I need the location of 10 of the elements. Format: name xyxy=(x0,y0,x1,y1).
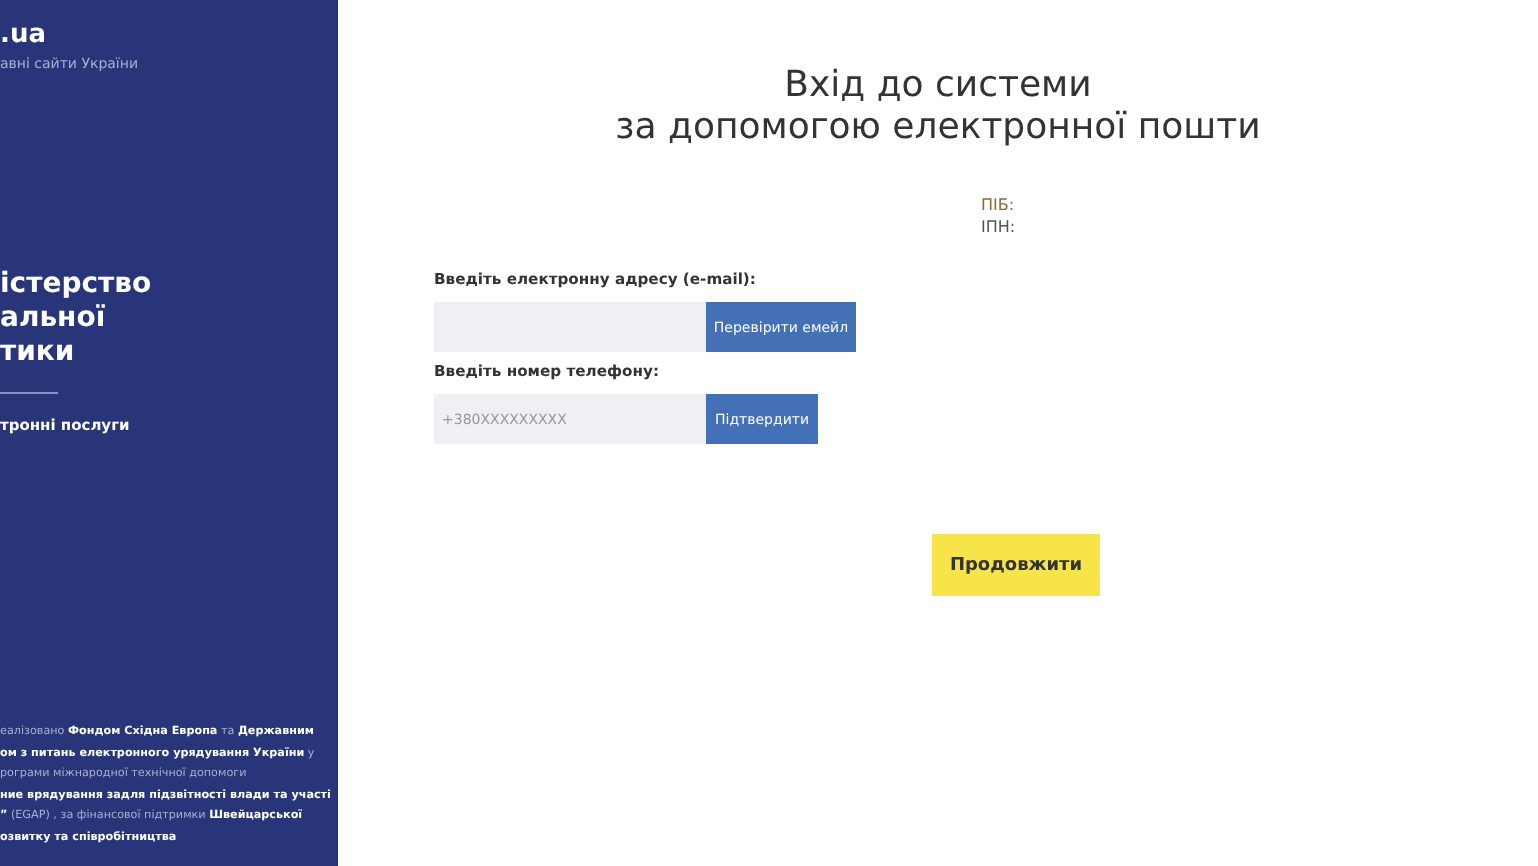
email-input-field[interactable] xyxy=(434,302,706,352)
ministry-title: істерство xyxy=(0,268,154,302)
page-title: Вхід до системи xyxy=(784,64,1092,106)
person-field-label: ПІБ: xyxy=(980,194,1016,216)
ministry-title: тики xyxy=(0,336,77,370)
continue-button[interactable]: Продовжити xyxy=(932,534,1100,596)
page-title: за допомогою електронної пошти xyxy=(615,106,1261,148)
ministry-title: альної xyxy=(0,302,108,336)
person-field-label: ІПН: xyxy=(980,216,1016,238)
site-logo[interactable]: .ua xyxy=(0,20,338,50)
